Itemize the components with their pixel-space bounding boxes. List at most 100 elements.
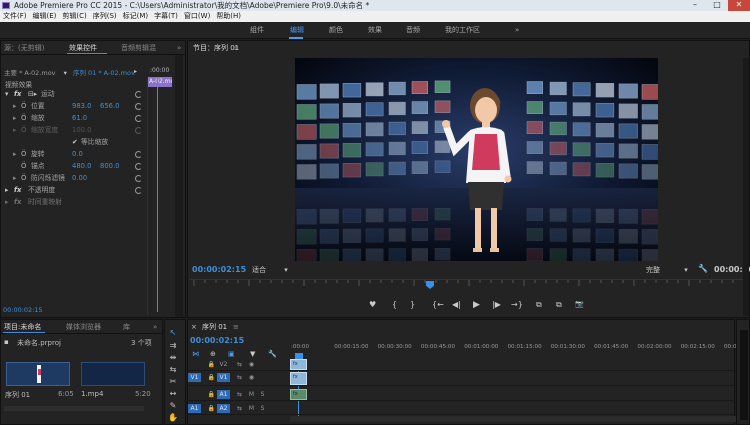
expand-chevron-icon[interactable]: ▸	[13, 149, 16, 160]
fx-icon[interactable]: fx	[14, 89, 21, 100]
panel-more-button[interactable]: »	[153, 320, 157, 333]
snap-icon[interactable]: ⋈	[192, 350, 199, 358]
workspace-tab-color[interactable]: 颜色	[329, 22, 343, 39]
maximize-button[interactable]: □	[706, 0, 728, 11]
opacity-effect-row[interactable]: ▸ fx 不透明度	[1, 185, 151, 196]
rolling-edit-tool-icon[interactable]: ⇆	[168, 365, 178, 375]
sequence-item-name[interactable]: 序列 01	[5, 390, 30, 400]
timeline-sequence-tab[interactable]: 序列 01	[202, 320, 227, 334]
anchor-x-value[interactable]: 480.0	[72, 161, 91, 172]
eye-icon[interactable]: ◉	[245, 360, 258, 369]
reset-motion-icon[interactable]	[135, 91, 142, 98]
track-a1-label[interactable]: A1	[217, 390, 230, 399]
rotation-row[interactable]: ▸ Ö 旋转 0.0	[1, 149, 151, 160]
menu-window[interactable]: 窗口(W)	[181, 11, 213, 22]
v1-clip[interactable]: fx	[290, 372, 307, 385]
reset-position-icon[interactable]	[135, 103, 142, 110]
razor-tool-icon[interactable]: ✂	[168, 377, 178, 387]
scale-row[interactable]: ▸ Ö 缩放 61.0	[1, 113, 151, 124]
stopwatch-icon[interactable]: Ö	[21, 113, 26, 124]
master-clip-label[interactable]: 主要 * A-02.mov	[4, 69, 56, 77]
workspace-more-button[interactable]: »	[515, 22, 519, 39]
ripple-edit-tool-icon[interactable]: ⇹	[168, 353, 178, 363]
solo-button[interactable]: S	[256, 404, 269, 413]
clip-item-name[interactable]: 1.mp4	[81, 390, 103, 398]
workspace-tab-mine[interactable]: 我的工作区	[445, 22, 480, 39]
expand-chevron-icon[interactable]: ▸	[13, 173, 16, 184]
stopwatch-icon[interactable]: Ö	[21, 161, 26, 172]
v2-clip[interactable]: fx	[290, 359, 307, 370]
timeline-close-button[interactable]: ×	[191, 320, 197, 334]
menu-clip[interactable]: 剪辑(C)	[59, 11, 89, 22]
tab-library[interactable]: 库	[123, 320, 130, 333]
reset-anchor-icon[interactable]	[135, 163, 142, 170]
play-audio-icon[interactable]: ▸	[134, 68, 137, 75]
mark-in-icon[interactable]: {	[392, 300, 397, 309]
scale-value[interactable]: 61.0	[72, 113, 87, 124]
tab-audio-clip-mixer[interactable]: 音频剪辑混	[121, 41, 156, 54]
program-scrollbar[interactable]	[743, 58, 749, 316]
hand-tool-icon[interactable]: ✋	[168, 413, 178, 423]
anchor-y-value[interactable]: 800.0	[100, 161, 119, 172]
mark-out-icon[interactable]: }	[410, 300, 415, 309]
menu-help[interactable]: 帮助(H)	[213, 11, 244, 22]
linked-selection-icon[interactable]: ⊕	[210, 350, 216, 358]
stopwatch-icon[interactable]: Ö	[21, 101, 26, 112]
program-time-ruler[interactable]	[190, 279, 746, 293]
eye-icon[interactable]: ◉	[245, 373, 258, 382]
fx-icon[interactable]: fx	[14, 185, 21, 196]
marker-icon[interactable]: ▼	[250, 350, 255, 358]
workspace-tab-audio[interactable]: 音频	[406, 22, 420, 39]
program-video-frame[interactable]	[295, 58, 658, 261]
menu-file[interactable]: 文件(F)	[0, 11, 30, 22]
play-icon[interactable]: ▶	[473, 300, 480, 310]
close-button[interactable]: ✕	[728, 0, 750, 11]
add-marker-icon[interactable]: ▣	[228, 350, 235, 358]
clip-thumbnail[interactable]	[81, 362, 145, 386]
reset-anti-flicker-icon[interactable]	[135, 175, 142, 182]
timeline-ruler[interactable]: :00:00 00:00:15:00 00:00:30:00 00:00:45:00 0…	[291, 344, 749, 358]
anti-flicker-value[interactable]: 0.00	[72, 173, 87, 184]
master-dropdown-icon[interactable]: ▾	[64, 69, 67, 77]
timeline-timecode[interactable]: 00:00:02:15	[190, 336, 244, 345]
extract-icon[interactable]: ⧉	[556, 300, 562, 310]
position-row[interactable]: ▸ Ö 位置 983.0 656.0	[1, 101, 151, 112]
timeline-horizontal-scrollbar[interactable]	[290, 416, 740, 422]
menu-title[interactable]: 字幕(T)	[151, 11, 181, 22]
slip-tool-icon[interactable]: ↔	[168, 389, 178, 399]
quality-dropdown[interactable]: 完整 ▾	[646, 265, 688, 275]
track-v1-label[interactable]: V1	[217, 373, 230, 382]
sequence-thumbnail[interactable]	[6, 362, 70, 386]
workspace-tab-effects[interactable]: 效果	[368, 22, 382, 39]
reset-rotation-icon[interactable]	[135, 151, 142, 158]
go-to-out-icon[interactable]: →}	[511, 300, 523, 309]
stopwatch-icon[interactable]: Ö	[21, 173, 26, 184]
program-timecode[interactable]: 00:00:02:15	[192, 265, 246, 274]
export-frame-icon[interactable]: 📷	[575, 300, 584, 308]
position-x-value[interactable]: 983.0	[72, 101, 91, 112]
position-y-value[interactable]: 656.0	[100, 101, 119, 112]
time-remap-row[interactable]: ▸ fx 时间重映射	[1, 197, 151, 208]
reset-scale-icon[interactable]	[135, 115, 142, 122]
timeline-wrench-icon[interactable]: 🔧	[268, 350, 277, 358]
program-monitor-menu-icon[interactable]: ≡	[233, 41, 239, 55]
expand-chevron-icon[interactable]: ▸	[5, 185, 8, 196]
mini-timeline-playhead[interactable]	[157, 77, 158, 312]
track-select-tool-icon[interactable]: ⇉	[168, 341, 178, 351]
uniform-scale-row[interactable]: ✔ 等比缩放	[1, 137, 151, 148]
tab-source[interactable]: 源：(无剪辑)	[4, 41, 44, 54]
pen-tool-icon[interactable]: ✎	[168, 401, 178, 411]
panel-more-button[interactable]: »	[177, 41, 181, 54]
a1-clip[interactable]: fx	[290, 389, 307, 400]
menu-marker[interactable]: 标记(M)	[120, 11, 152, 22]
source-patch-a1[interactable]: A1	[188, 404, 201, 413]
solo-button[interactable]: S	[256, 390, 269, 399]
fit-dropdown[interactable]: 适合 ▾	[252, 265, 288, 275]
anti-flicker-row[interactable]: ▸ Ö 防闪烁滤镜 0.00	[1, 173, 151, 184]
tab-media-browser[interactable]: 媒体浏览器	[66, 320, 101, 333]
stopwatch-icon[interactable]: Ö	[21, 149, 26, 160]
menu-sequence[interactable]: 序列(S)	[90, 11, 120, 22]
mini-timeline-clip[interactable]: A-02.mo	[148, 77, 172, 87]
thumbnail-zoom-slider[interactable]	[4, 406, 144, 411]
anchor-point-row[interactable]: Ö 锚点 480.0 800.0	[1, 161, 151, 172]
